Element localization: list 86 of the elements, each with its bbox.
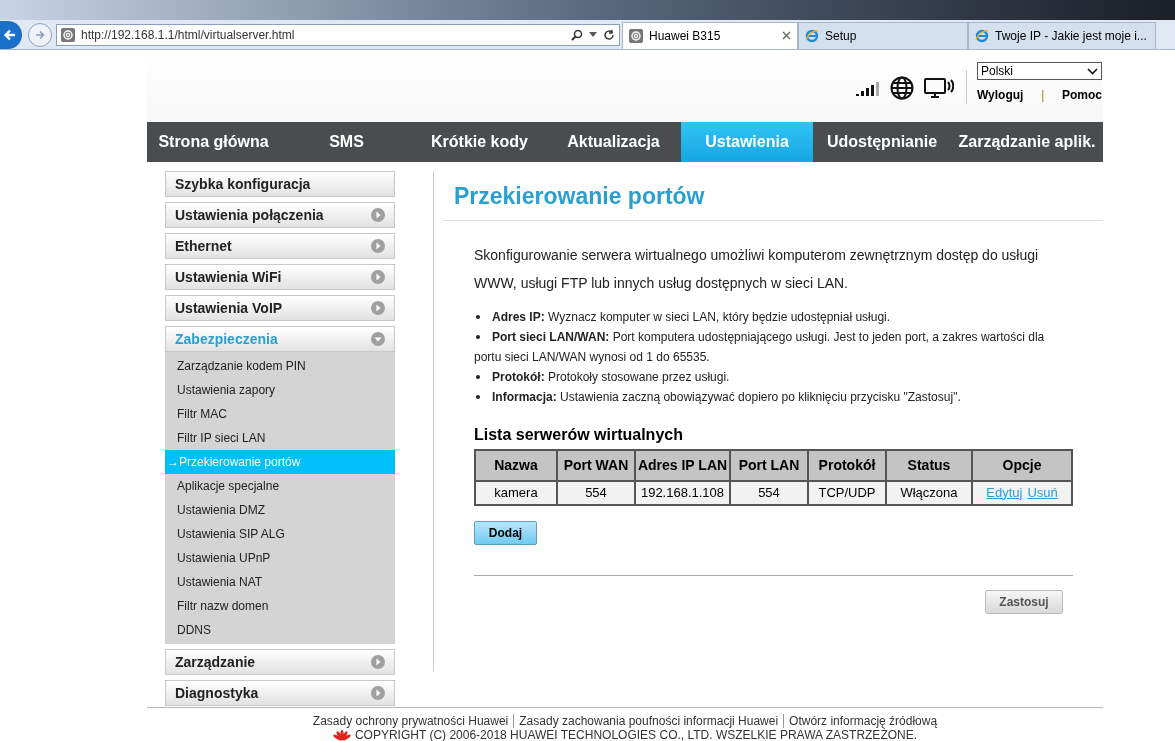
table-cell: kamera xyxy=(475,480,557,505)
sidebar-group[interactable]: Ethernet xyxy=(165,233,395,259)
tab-title: Twoje IP - Jakie jest moje i... xyxy=(995,27,1148,45)
add-button[interactable]: Dodaj xyxy=(474,520,537,545)
nav-tab[interactable]: Udostępnianie xyxy=(813,122,951,162)
info-bullet: Protokół: Protokoły stosowane przez usługi. xyxy=(474,366,1073,387)
submenu-item[interactable]: Filtr nazw domen xyxy=(165,594,395,618)
column-header: Status xyxy=(886,449,972,481)
table-cell: 192.168.1.108 xyxy=(635,480,730,505)
back-button[interactable] xyxy=(0,20,22,49)
intro-paragraph: Skonfigurowanie serwera wirtualnego umożliwi komputerom zewnętrznym dostęp do usługi WWW, usługi FTP lub innych usług dostępnych w sieci LAN. xyxy=(474,245,1040,293)
globe-icon xyxy=(890,76,914,100)
info-bullet: Adres IP: Wyznacz komputer w sieci LAN, który będzie udostępniał usługi. xyxy=(474,306,1073,327)
bullet-icon xyxy=(476,335,480,340)
submenu-item[interactable]: Filtr IP sieci LAN xyxy=(165,426,395,450)
info-bullet: Informacja: Ustawienia zaczną obowiązywać dopiero po kliknięciu przycisku "Zastosuj". xyxy=(474,386,1073,407)
submenu-item[interactable]: Ustawienia UPnP xyxy=(165,546,395,570)
footer-link[interactable]: Otwórz informację źródłową xyxy=(783,714,943,728)
help-link[interactable]: Pomoc xyxy=(1062,86,1102,104)
submenu-item[interactable]: Ustawienia zapory xyxy=(165,378,395,402)
expand-icon xyxy=(371,655,385,669)
nav-tab[interactable]: Strona główna xyxy=(147,122,280,162)
forward-arrow-icon xyxy=(34,28,46,41)
submenu-item[interactable]: Ustawienia SIP ALG xyxy=(165,522,395,546)
close-icon[interactable] xyxy=(782,31,791,40)
browser-logo-icon xyxy=(805,28,819,43)
caret-icon[interactable] xyxy=(589,31,597,38)
refresh-icon[interactable] xyxy=(603,28,615,41)
nav-tab[interactable]: Aktualizacja xyxy=(546,122,681,162)
address-field[interactable]: http://192.168.1.1/html/virtualserver.html xyxy=(56,23,620,46)
page-title: Przekierowanie portów xyxy=(443,171,1103,221)
browser-tab[interactable]: Huawei B315 xyxy=(622,21,798,50)
tab-title: Huawei B315 xyxy=(649,27,722,45)
expand-icon xyxy=(371,301,385,315)
footer-link[interactable]: Zasady ochrony prywatności Huawei xyxy=(307,714,514,728)
bullet-icon xyxy=(476,315,480,320)
expand-icon xyxy=(371,686,385,700)
column-header: Adres IP LAN xyxy=(635,449,730,481)
submenu-item[interactable]: Aplikacje specjalne xyxy=(165,474,395,498)
table-title: Lista serwerów wirtualnych xyxy=(474,424,684,445)
column-header: Opcje xyxy=(972,449,1072,481)
page-icon xyxy=(61,27,75,42)
petal-logo-icon xyxy=(332,729,351,741)
column-header: Protokół xyxy=(808,449,886,481)
sidebar-group[interactable]: Ustawienia VoIP xyxy=(165,295,395,321)
info-bullet: Port sieci LAN/WAN: Port komputera udostępniającego usługi. Jest to jeden port, a zakres wartości dla portu sieci LAN/WAN wynosi od 1 do 65535. xyxy=(474,328,1046,366)
sidebar-group[interactable]: Szybka konfiguracja xyxy=(165,171,395,197)
column-header: Nazwa xyxy=(475,449,557,481)
page-icon xyxy=(629,28,643,43)
submenu-item[interactable]: Ustawienia NAT xyxy=(165,570,395,594)
monitor-icon xyxy=(924,77,954,99)
column-header: Port WAN xyxy=(557,449,635,481)
column-header: Port LAN xyxy=(730,449,808,481)
language-select[interactable]: Polski xyxy=(977,62,1102,80)
sidebar-group[interactable]: Zarządzanie xyxy=(165,649,395,675)
address-text: http://192.168.1.1/html/virtualserver.html xyxy=(81,26,296,44)
copyright-text: COPYRIGHT (C) 2006-2018 HUAWEI TECHNOLOGIES CO., LTD. WSZELKIE PRAWA ZASTRZEŻONE. xyxy=(354,728,918,741)
apply-button[interactable]: Zastosuj xyxy=(985,589,1063,614)
sidebar-group[interactable]: Diagnostyka xyxy=(165,680,395,706)
browser-logo-icon xyxy=(975,28,989,43)
expand-icon xyxy=(371,270,385,284)
sidebar-group[interactable]: Ustawienia WiFi xyxy=(165,264,395,290)
footer-link[interactable]: Zasady zachowania poufności informacji Huawei xyxy=(513,714,784,728)
separator-text: | xyxy=(1041,87,1045,104)
submenu-item[interactable]: Filtr MAC xyxy=(165,402,395,426)
table-cell: Włączona xyxy=(886,480,972,505)
nav-tab[interactable]: Zarządzanie aplik. xyxy=(951,122,1103,162)
browser-tab[interactable]: Twoje IP - Jakie jest moje i... xyxy=(968,21,1156,50)
nav-tab[interactable]: Krótkie kody xyxy=(413,122,546,162)
submenu-item[interactable]: DDNS xyxy=(165,618,395,642)
signal-icon xyxy=(856,80,880,96)
expand-icon xyxy=(371,208,385,222)
back-arrow-icon xyxy=(3,27,17,42)
sidebar-group[interactable]: Ustawienia połączenia xyxy=(165,202,395,228)
nav-tab[interactable]: SMS xyxy=(280,122,413,162)
logout-link[interactable]: Wyloguj xyxy=(977,86,1024,104)
bullet-icon xyxy=(476,395,480,400)
chevron-down-icon xyxy=(1087,67,1098,75)
search-icon[interactable] xyxy=(571,28,583,41)
bullet-icon xyxy=(476,375,480,380)
tab-title: Setup xyxy=(825,27,858,45)
submenu-item[interactable]: Zarządzanie kodem PIN xyxy=(165,354,395,378)
browser-tab[interactable]: Setup xyxy=(798,21,968,50)
submenu-item[interactable]: Ustawienia DMZ xyxy=(165,498,395,522)
collapse-icon xyxy=(371,332,385,346)
expand-icon xyxy=(371,239,385,253)
